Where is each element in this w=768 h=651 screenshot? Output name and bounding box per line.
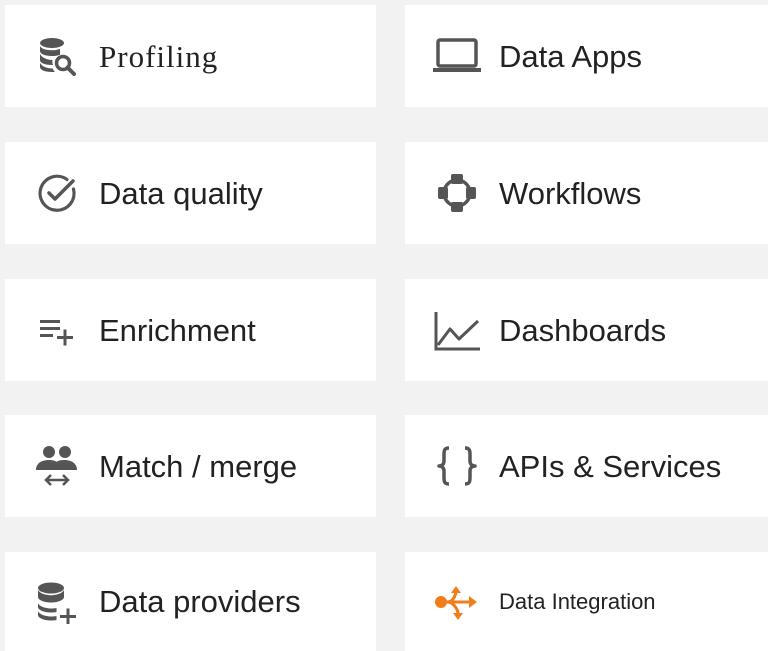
tile-apis-services[interactable]: APIs & Services: [405, 415, 768, 517]
tile-dashboards[interactable]: Dashboards: [405, 279, 768, 381]
playlist-add-icon: [35, 308, 79, 352]
line-chart-icon: [430, 308, 484, 352]
tile-label: Data providers: [99, 584, 301, 619]
data-integration-icon: [430, 580, 484, 624]
tile-profiling[interactable]: Profiling: [5, 5, 376, 107]
tile-match-merge[interactable]: Match / merge: [5, 415, 376, 517]
tile-data-providers[interactable]: Data providers: [5, 552, 376, 651]
people-merge-icon: [35, 444, 79, 488]
tile-label: Profiling: [99, 38, 219, 74]
database-add-icon: [35, 580, 79, 624]
tile-workflows[interactable]: Workflows: [405, 142, 768, 244]
tile-label: Workflows: [499, 175, 642, 211]
feature-grid: Profiling Data Apps Data quality Workflo…: [0, 0, 768, 651]
tile-enrichment[interactable]: Enrichment: [5, 279, 376, 381]
tile-label: Match / merge: [99, 448, 298, 484]
tile-label: Data Integration: [499, 588, 656, 614]
tile-label: APIs & Services: [499, 448, 722, 484]
curly-braces-icon: [430, 444, 484, 488]
tile-label: Enrichment: [99, 312, 256, 348]
tile-label: Data quality: [99, 175, 263, 211]
tile-label: Dashboards: [499, 312, 667, 348]
database-search-icon: [35, 34, 79, 78]
check-circle-icon: [35, 171, 79, 215]
tile-data-apps[interactable]: Data Apps: [405, 5, 768, 107]
tile-label: Data Apps: [499, 38, 643, 74]
workflow-icon: [430, 171, 484, 215]
tile-data-quality[interactable]: Data quality: [5, 142, 376, 244]
tile-data-integration[interactable]: Data Integration: [405, 552, 768, 651]
laptop-icon: [430, 34, 484, 78]
